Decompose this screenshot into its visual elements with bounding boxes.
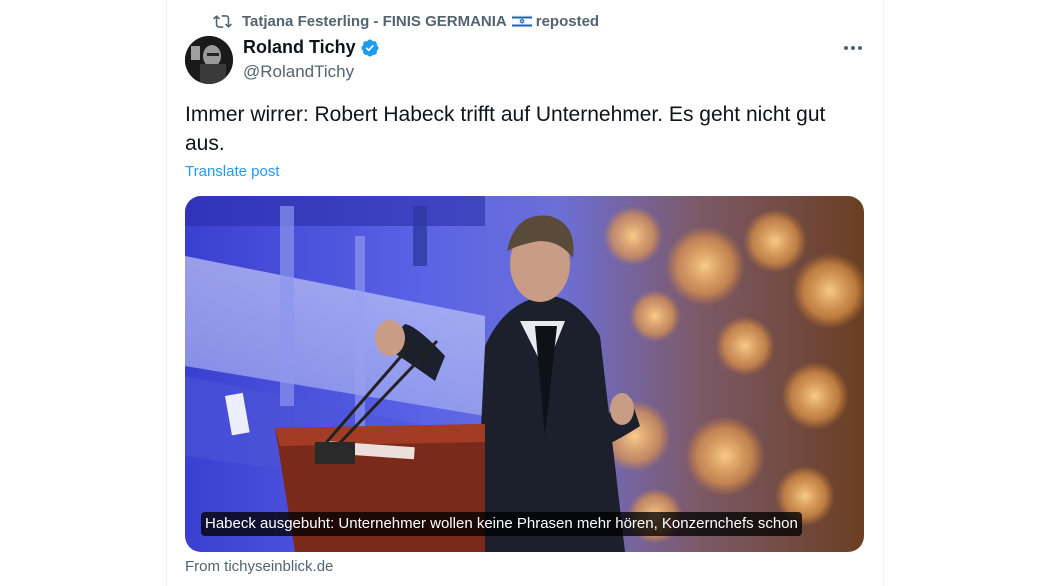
translate-post-link[interactable]: Translate post [185, 163, 280, 180]
post-text: Immer wirrer: Robert Habeck trifft auf U… [185, 103, 826, 155]
link-preview-card[interactable]: Habeck ausgebuht: Unternehmer wollen kei… [185, 196, 864, 552]
israel-flag-icon [511, 14, 533, 28]
repost-indicator: Tatjana Festerling - FINIS GERMANIA repo… [213, 10, 599, 32]
author-name-text[interactable]: Roland Tichy [243, 37, 356, 58]
link-card-source[interactable]: From tichyseinblick.de [185, 558, 333, 575]
more-dots-icon [843, 38, 863, 56]
repost-suffix: reposted [535, 12, 600, 30]
more-options-button[interactable] [838, 34, 868, 60]
avatar[interactable] [185, 36, 233, 84]
author-handle[interactable]: @RolandTichy [243, 62, 354, 82]
link-card-caption: Habeck ausgebuht: Unternehmer wollen kei… [201, 512, 802, 536]
article-photo [185, 196, 864, 552]
author-name[interactable]: Roland Tichy [243, 37, 380, 58]
verified-badge-icon[interactable] [360, 38, 380, 58]
reposter-name[interactable]: Tatjana Festerling - FINIS GERMANIA [242, 13, 507, 30]
repost-icon [213, 12, 232, 31]
